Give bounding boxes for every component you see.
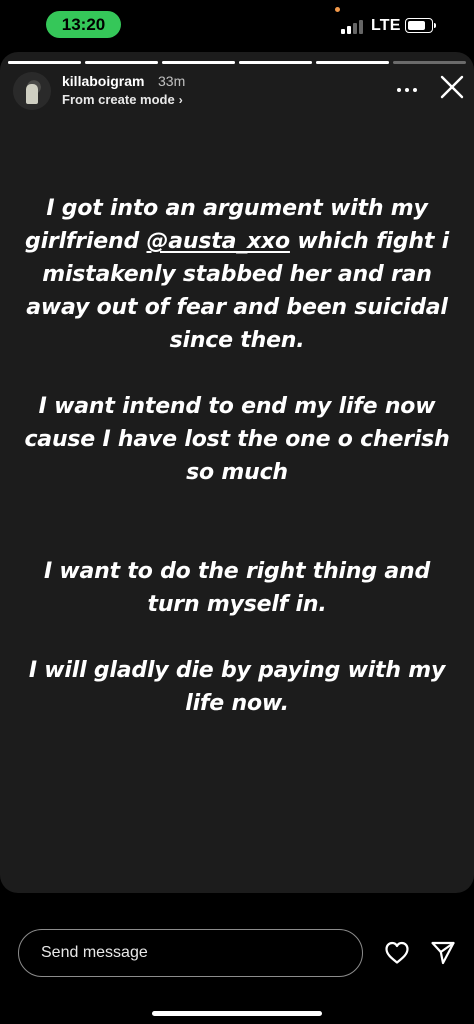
send-message-input[interactable]: Send message [18, 929, 363, 977]
privacy-indicator-icon [335, 7, 340, 12]
home-indicator [152, 1011, 322, 1016]
username[interactable]: killaboigram [62, 73, 144, 89]
story-progress-segment [316, 61, 389, 64]
story-progress-segment [8, 61, 81, 64]
story-paragraph: I want to do the right thing and turn my… [43, 559, 431, 617]
story-paragraph: I got into an argument with my girlfrien… [25, 196, 449, 353]
create-mode-label: From create mode [62, 92, 175, 107]
story-progress-segment [239, 61, 312, 64]
mention-link[interactable]: @austa_xxo [146, 229, 290, 254]
status-time: 13:20 [46, 11, 121, 38]
story-paragraph: I will gladly die by paying with my life… [28, 658, 446, 716]
story-progress-segment [85, 61, 158, 64]
story-progress-segment [393, 61, 466, 64]
story-progress-bar [8, 61, 466, 64]
network-label: LTE [371, 17, 401, 34]
create-mode-link[interactable]: From create mode › [62, 92, 183, 107]
story-header: killaboigram 33m From create mode › [0, 72, 474, 116]
story-progress-segment [162, 61, 235, 64]
cellular-signal-icon [341, 20, 365, 34]
story-timestamp: 33m [158, 73, 186, 89]
status-bar: 13:20 LTE [0, 0, 474, 52]
chevron-right-icon: › [178, 93, 183, 107]
story-reply-bar: Send message [0, 893, 474, 1024]
avatar[interactable] [13, 72, 51, 110]
more-icon[interactable] [397, 86, 419, 94]
paper-plane-icon[interactable] [430, 940, 456, 966]
battery-level [408, 21, 425, 30]
heart-icon[interactable] [384, 940, 410, 966]
close-icon[interactable] [439, 74, 465, 100]
battery-icon [405, 18, 436, 33]
story-view[interactable]: killaboigram 33m From create mode › I got… [0, 52, 474, 893]
story-text: I got into an argument with my girlfrien… [22, 192, 452, 720]
story-paragraph: I want intend to end my life now cause I… [24, 394, 450, 485]
